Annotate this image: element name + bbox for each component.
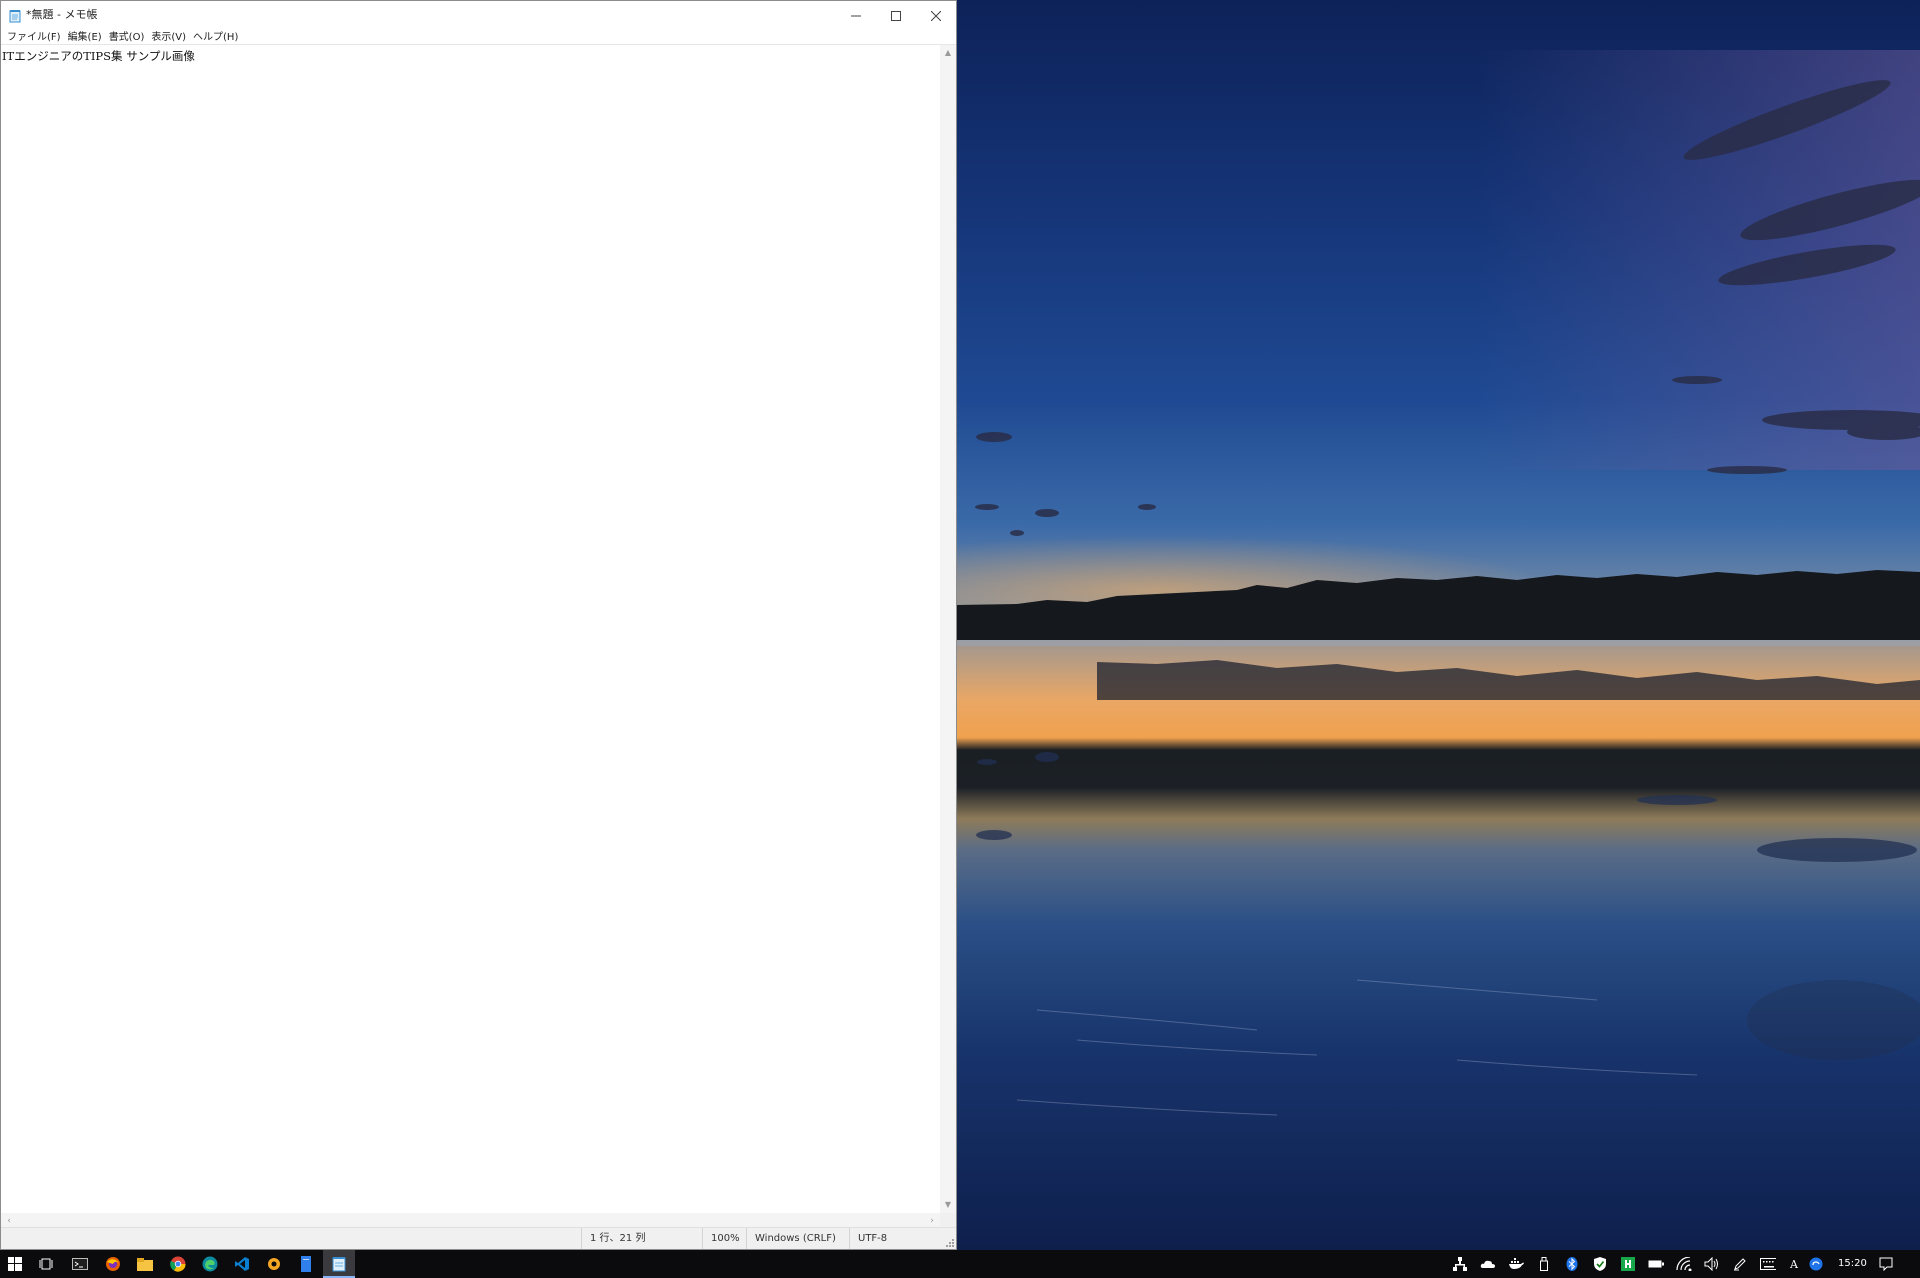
minimize-icon xyxy=(851,6,861,25)
scroll-up-icon[interactable]: ▲ xyxy=(944,49,952,57)
security-icon[interactable] xyxy=(1592,1256,1608,1272)
terminal-icon[interactable] xyxy=(70,1254,90,1274)
pen-icon[interactable] xyxy=(1732,1256,1748,1272)
vertical-scrollbar[interactable]: ▲ ▼ xyxy=(940,45,956,1213)
text-editor-area[interactable]: ITエンジニアのTIPS集 サンプル画像 xyxy=(1,45,940,1213)
volume-icon[interactable] xyxy=(1704,1256,1720,1272)
notepad-window: *無題 - メモ帳 ファイル(F) 編集(E) 書式(O) 表示(V) ヘルプ(… xyxy=(0,0,957,1250)
battery-icon[interactable] xyxy=(1648,1256,1664,1272)
horizontal-scrollbar[interactable]: ‹ › xyxy=(1,1213,940,1228)
edge-icon[interactable] xyxy=(200,1254,220,1274)
status-cursor-position: 1 行、21 列 xyxy=(581,1228,705,1249)
keyboard-icon[interactable] xyxy=(1760,1256,1776,1272)
menu-format[interactable]: 書式(O) xyxy=(107,29,150,45)
scroll-left-icon[interactable]: ‹ xyxy=(4,1216,14,1226)
onedrive-icon[interactable] xyxy=(1480,1256,1496,1272)
status-bar: 1 行、21 列 100% Windows (CRLF) UTF-8 xyxy=(1,1227,956,1249)
file-explorer-icon[interactable] xyxy=(135,1254,155,1274)
resize-grip-icon[interactable] xyxy=(944,1237,954,1247)
network-share-icon[interactable] xyxy=(1452,1256,1468,1272)
start-icon[interactable] xyxy=(5,1254,25,1274)
close-button[interactable] xyxy=(916,1,956,29)
scroll-right-icon[interactable]: › xyxy=(927,1216,937,1226)
menu-help[interactable]: ヘルプ(H) xyxy=(191,29,243,45)
wallpaper-landscape xyxy=(957,50,1920,1116)
window-title: *無題 - メモ帳 xyxy=(26,8,98,21)
usb-icon[interactable] xyxy=(1536,1256,1552,1272)
cloud-sync-icon[interactable] xyxy=(1808,1256,1824,1272)
status-encoding: UTF-8 xyxy=(849,1228,949,1249)
maximize-button[interactable] xyxy=(876,1,916,29)
app-orange-icon[interactable] xyxy=(264,1254,284,1274)
menu-file[interactable]: ファイル(F) xyxy=(5,29,66,45)
menu-bar: ファイル(F) 編集(E) 書式(O) 表示(V) ヘルプ(H) xyxy=(1,29,956,45)
bluetooth-icon[interactable] xyxy=(1564,1256,1580,1272)
taskbar: A 15:20 xyxy=(0,1250,1920,1278)
desktop-wallpaper xyxy=(957,0,1920,1250)
notification-icon[interactable] xyxy=(1878,1256,1894,1272)
ime-icon[interactable]: A xyxy=(1786,1256,1802,1272)
maximize-icon xyxy=(891,6,901,25)
notepad-app-icon xyxy=(9,8,21,23)
chrome-icon[interactable] xyxy=(168,1254,188,1274)
task-view-icon[interactable] xyxy=(36,1254,56,1274)
scroll-down-icon[interactable]: ▼ xyxy=(944,1201,952,1209)
menu-view[interactable]: 表示(V) xyxy=(149,29,191,45)
vscode-icon[interactable] xyxy=(232,1254,252,1274)
menu-edit[interactable]: 編集(E) xyxy=(66,29,107,45)
firefox-icon[interactable] xyxy=(103,1254,123,1274)
app-blue-doc-icon[interactable] xyxy=(296,1254,316,1274)
app-green-icon[interactable] xyxy=(1620,1256,1636,1272)
status-zoom: 100% xyxy=(702,1228,747,1249)
editor-content[interactable]: ITエンジニアのTIPS集 サンプル画像 xyxy=(2,48,195,64)
close-icon xyxy=(930,6,942,25)
title-bar[interactable]: *無題 - メモ帳 xyxy=(1,1,956,29)
scrollbar-corner xyxy=(940,1213,956,1228)
minimize-button[interactable] xyxy=(836,1,876,29)
notepad-icon[interactable] xyxy=(329,1254,349,1274)
taskbar-clock[interactable]: 15:20 xyxy=(1838,1250,1867,1278)
wifi-icon[interactable] xyxy=(1676,1256,1692,1272)
docker-icon[interactable] xyxy=(1508,1256,1524,1272)
status-line-ending: Windows (CRLF) xyxy=(746,1228,856,1249)
